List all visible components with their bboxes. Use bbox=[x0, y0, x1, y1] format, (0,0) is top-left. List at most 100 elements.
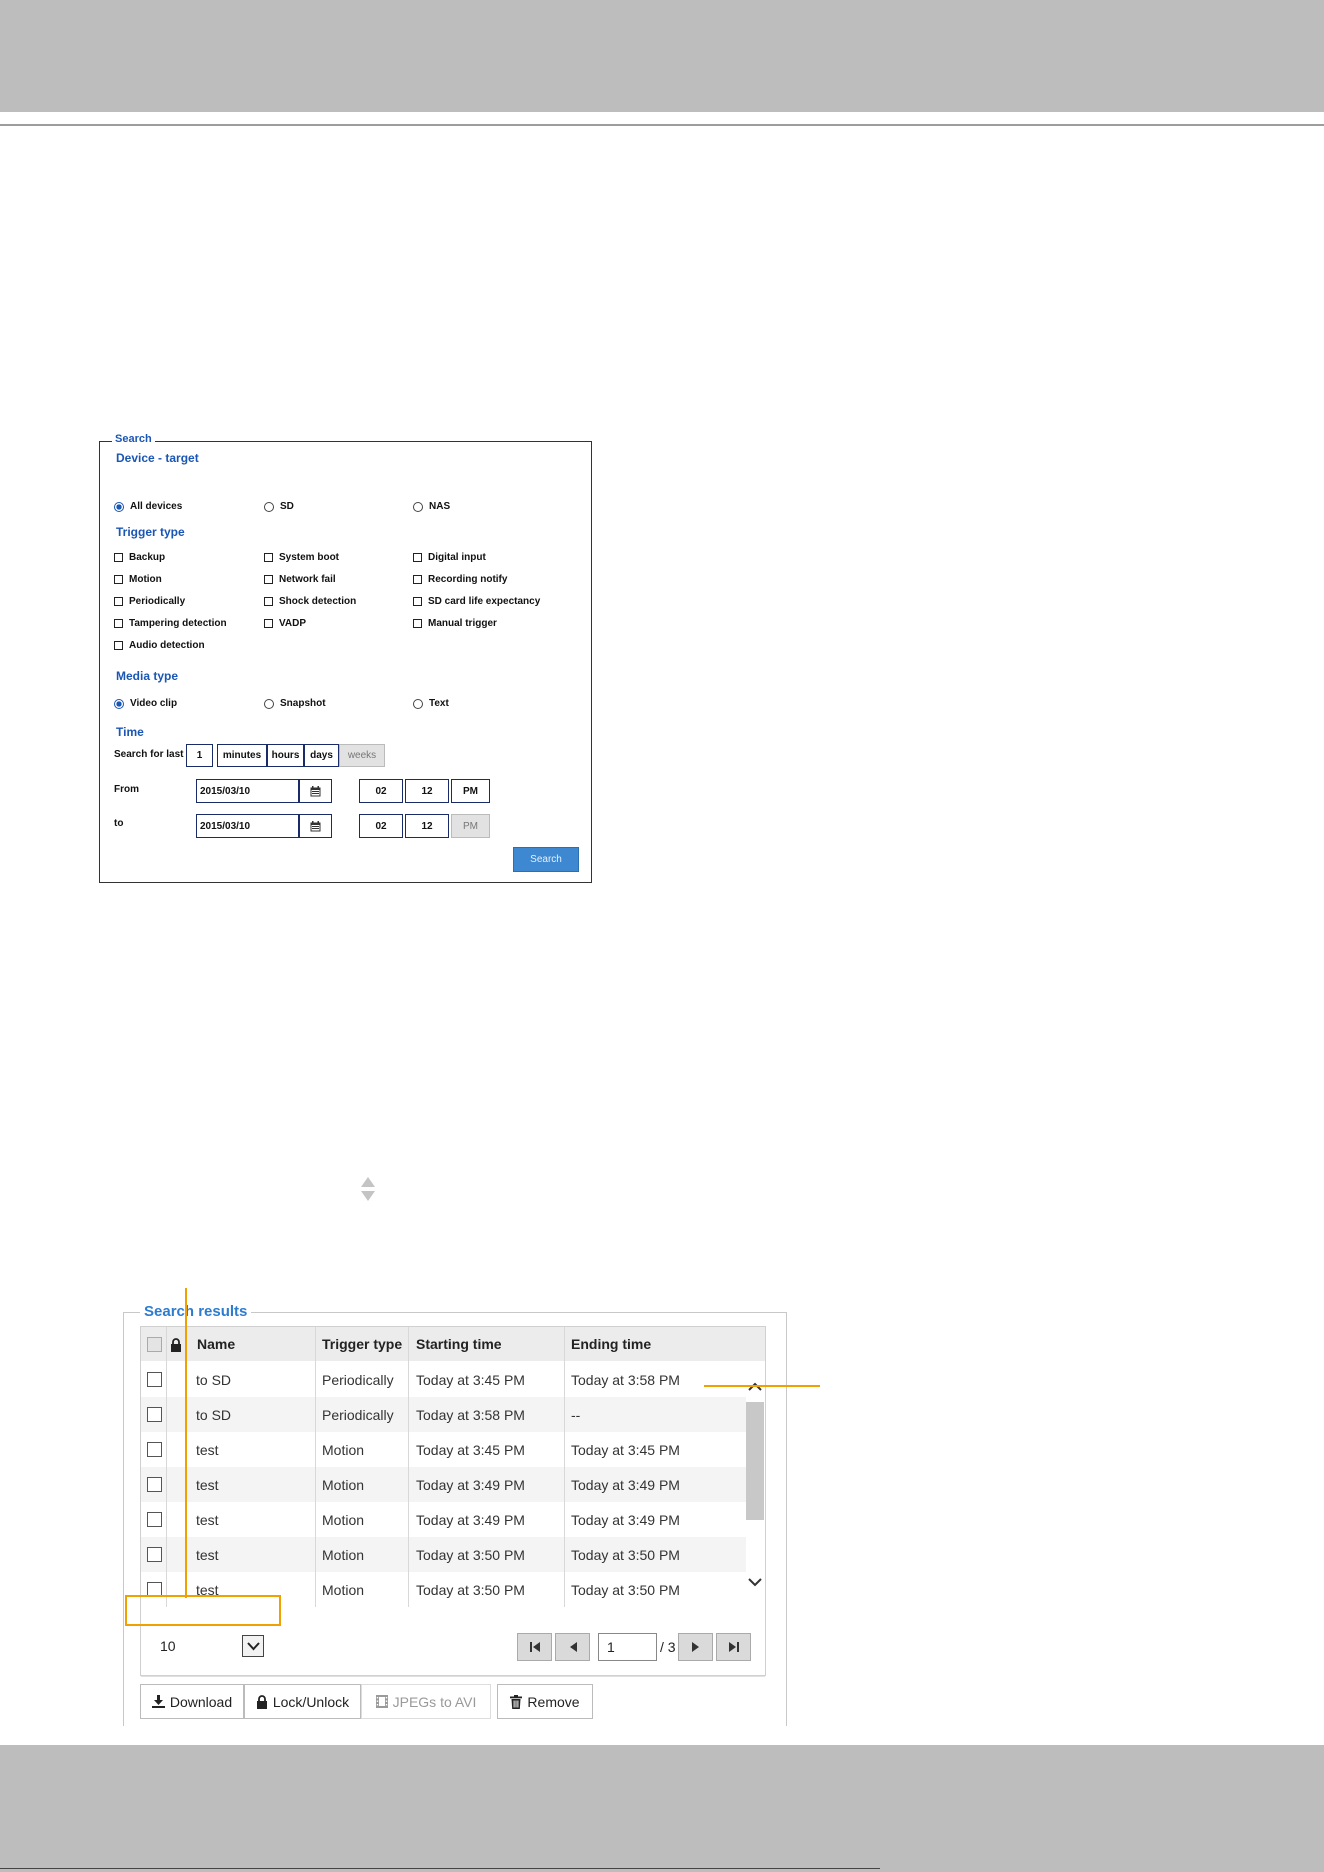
table-row[interactable]: to SD Periodically Today at 3:58 PM -- bbox=[141, 1397, 746, 1432]
previous-page-button[interactable] bbox=[555, 1633, 590, 1661]
trigger-motion[interactable]: Motion bbox=[114, 574, 162, 585]
scroll-down-button[interactable] bbox=[744, 1574, 766, 1590]
scrollbar-thumb[interactable] bbox=[746, 1402, 764, 1520]
to-date-input[interactable]: 2015/03/10 bbox=[196, 814, 299, 838]
to-hour-input[interactable]: 02 bbox=[359, 814, 403, 838]
unit-weeks-button[interactable]: weeks bbox=[339, 744, 385, 767]
column-divider bbox=[166, 1327, 167, 1607]
row-checkbox[interactable] bbox=[147, 1372, 162, 1387]
callout-highlight-per-page bbox=[125, 1595, 281, 1626]
media-video-clip[interactable]: Video clip bbox=[114, 698, 177, 709]
row-name: to SD bbox=[196, 1371, 232, 1388]
table-row[interactable]: test Motion Today at 3:45 PM Today at 3:… bbox=[141, 1432, 746, 1467]
footer-rule bbox=[0, 1868, 880, 1869]
radio-icon bbox=[264, 501, 274, 512]
row-checkbox[interactable] bbox=[147, 1442, 162, 1457]
sort-arrows-icon bbox=[361, 1177, 375, 1201]
per-page-select[interactable]: 10 bbox=[150, 1633, 266, 1659]
trigger-vadp[interactable]: VADP bbox=[264, 618, 306, 629]
trigger-system-boot[interactable]: System boot bbox=[264, 552, 339, 563]
search-panel: Search Device - target All devices SD NA… bbox=[99, 433, 592, 883]
row-checkbox[interactable] bbox=[147, 1477, 162, 1492]
search-for-last-input[interactable]: 1 bbox=[186, 744, 213, 767]
lock-unlock-button[interactable]: Lock/Unlock bbox=[244, 1684, 361, 1719]
last-page-button[interactable] bbox=[716, 1633, 751, 1661]
from-label: From bbox=[114, 784, 139, 795]
row-checkbox[interactable] bbox=[147, 1407, 162, 1422]
device-heading: Device - target bbox=[116, 451, 199, 465]
per-page-dropdown-button[interactable] bbox=[242, 1635, 264, 1657]
results-table-header: Name Trigger type Starting time Ending t… bbox=[141, 1327, 765, 1361]
from-date-input[interactable]: 2015/03/10 bbox=[196, 779, 299, 803]
trigger-periodically[interactable]: Periodically bbox=[114, 596, 185, 607]
lock-icon bbox=[256, 1694, 267, 1709]
trigger-shock-detection[interactable]: Shock detection bbox=[264, 596, 356, 607]
from-ampm-button[interactable]: PM bbox=[451, 779, 490, 803]
column-header-starting-time[interactable]: Starting time bbox=[416, 1327, 502, 1361]
search-results-legend: Search results bbox=[140, 1303, 252, 1320]
radio-icon bbox=[114, 698, 124, 709]
to-ampm-button[interactable]: PM bbox=[451, 814, 490, 838]
first-page-icon bbox=[529, 1642, 540, 1652]
jpegs-to-avi-button[interactable]: JPEGs to AVI bbox=[361, 1684, 491, 1719]
trigger-tampering[interactable]: Tampering detection bbox=[114, 618, 227, 629]
callout-line-vertical bbox=[185, 1288, 187, 1598]
row-start: Today at 3:50 PM bbox=[416, 1546, 525, 1563]
next-page-button[interactable] bbox=[678, 1633, 713, 1661]
media-text[interactable]: Text bbox=[413, 698, 449, 709]
from-hour-input[interactable]: 02 bbox=[359, 779, 403, 803]
table-row[interactable]: test Motion Today at 3:49 PM Today at 3:… bbox=[141, 1467, 746, 1502]
row-end: Today at 3:50 PM bbox=[571, 1546, 680, 1563]
table-row[interactable]: test Motion Today at 3:49 PM Today at 3:… bbox=[141, 1502, 746, 1537]
radio-all-devices[interactable]: All devices bbox=[114, 501, 182, 512]
unit-days-button[interactable]: days bbox=[304, 744, 339, 767]
previous-page-icon bbox=[569, 1642, 577, 1652]
table-row[interactable]: to SD Periodically Today at 3:45 PM Toda… bbox=[141, 1362, 746, 1397]
page-number-input[interactable]: 1 bbox=[598, 1633, 657, 1661]
checkbox-icon bbox=[114, 553, 123, 562]
column-header-trigger-type[interactable]: Trigger type bbox=[322, 1327, 402, 1361]
to-minute-input[interactable]: 12 bbox=[405, 814, 449, 838]
radio-sd[interactable]: SD bbox=[264, 501, 294, 512]
from-minute-input[interactable]: 12 bbox=[405, 779, 449, 803]
trigger-recording-notify[interactable]: Recording notify bbox=[413, 574, 507, 585]
chevron-down-icon bbox=[748, 1577, 762, 1586]
download-button[interactable]: Download bbox=[140, 1684, 244, 1719]
trigger-sd-life[interactable]: SD card life expectancy bbox=[413, 596, 540, 607]
radio-nas[interactable]: NAS bbox=[413, 501, 450, 512]
checkbox-icon bbox=[264, 619, 273, 628]
trigger-network-fail[interactable]: Network fail bbox=[264, 574, 336, 585]
remove-button[interactable]: Remove bbox=[497, 1684, 593, 1719]
trigger-audio[interactable]: Audio detection bbox=[114, 640, 205, 651]
table-row[interactable]: test Motion Today at 3:50 PM Today at 3:… bbox=[141, 1537, 746, 1572]
radio-icon bbox=[413, 501, 423, 512]
column-header-ending-time[interactable]: Ending time bbox=[571, 1327, 651, 1361]
unit-hours-button[interactable]: hours bbox=[267, 744, 304, 767]
column-divider bbox=[408, 1327, 409, 1607]
trigger-digital-input[interactable]: Digital input bbox=[413, 552, 486, 563]
checkbox-icon bbox=[114, 597, 123, 606]
checkbox-icon bbox=[264, 597, 273, 606]
row-trigger: Motion bbox=[322, 1581, 365, 1598]
trigger-manual[interactable]: Manual trigger bbox=[413, 618, 497, 629]
row-checkbox[interactable] bbox=[147, 1547, 162, 1562]
first-page-button[interactable] bbox=[517, 1633, 552, 1661]
search-for-last-label: Search for last bbox=[114, 749, 184, 760]
select-all-checkbox[interactable] bbox=[147, 1337, 162, 1352]
column-header-name[interactable]: Name bbox=[197, 1327, 235, 1361]
trigger-backup[interactable]: Backup bbox=[114, 552, 165, 563]
row-checkbox[interactable] bbox=[147, 1512, 162, 1527]
next-page-icon bbox=[691, 1642, 699, 1652]
download-icon bbox=[151, 1695, 165, 1708]
media-snapshot[interactable]: Snapshot bbox=[264, 698, 326, 709]
search-legend: Search bbox=[112, 433, 155, 445]
search-button[interactable]: Search bbox=[513, 847, 579, 872]
trigger-heading: Trigger type bbox=[116, 525, 185, 539]
page-header-band bbox=[0, 0, 1324, 112]
unit-minutes-button[interactable]: minutes bbox=[217, 744, 267, 767]
lock-icon bbox=[171, 1338, 181, 1352]
to-calendar-button[interactable] bbox=[299, 814, 332, 838]
column-divider bbox=[315, 1327, 316, 1607]
from-calendar-button[interactable] bbox=[299, 779, 332, 803]
radio-icon bbox=[264, 698, 274, 709]
